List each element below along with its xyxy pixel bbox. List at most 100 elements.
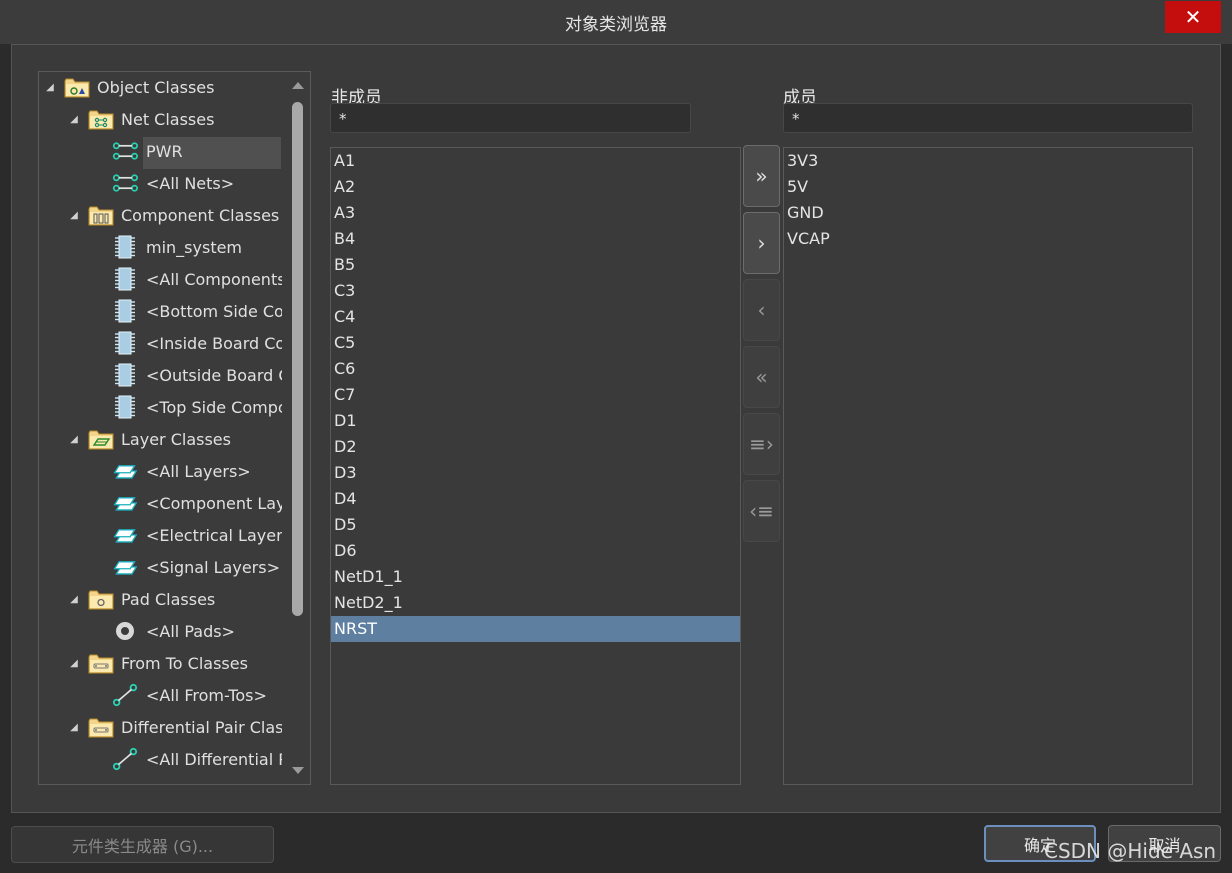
members-filter-input[interactable]: * — [783, 103, 1193, 133]
expand-collapse-icon[interactable]: ◢ — [69, 594, 79, 605]
from-to-icon — [112, 683, 138, 707]
list-item[interactable]: NetD2_1 — [331, 590, 740, 616]
list-item[interactable]: A2 — [331, 174, 740, 200]
list-item[interactable]: NRST — [331, 616, 740, 642]
list-item[interactable]: NetD1_1 — [331, 564, 740, 590]
list-item[interactable]: C5 — [331, 330, 740, 356]
tree-item[interactable]: <All Nets> — [39, 168, 282, 198]
folder-layer-classes-icon — [88, 427, 114, 451]
list-item[interactable]: C3 — [331, 278, 740, 304]
list-item[interactable]: 3V3 — [784, 148, 1192, 174]
list-item[interactable]: D2 — [331, 434, 740, 460]
remove-all-button[interactable]: « — [743, 346, 780, 408]
list-item[interactable]: D3 — [331, 460, 740, 486]
add-all-button[interactable]: » — [743, 145, 780, 207]
folder-component-classes-icon — [88, 203, 114, 227]
net-icon — [112, 139, 138, 163]
tree-scrollbar[interactable] — [289, 72, 307, 784]
tree-item[interactable]: <Inside Board Cor — [39, 328, 282, 358]
expand-collapse-icon[interactable]: ◢ — [45, 82, 55, 93]
title-bar: 对象类浏览器 ✕ — [0, 0, 1232, 44]
component-class-generator-button[interactable]: 元件类生成器 (G)... — [11, 826, 274, 863]
tree-item[interactable]: ◢ Differential Pair Class — [39, 712, 282, 742]
folder-object-classes-icon — [64, 75, 90, 99]
tree-item-label: <Component Laye — [146, 493, 282, 513]
expand-collapse-icon[interactable]: ◢ — [69, 434, 79, 445]
list-item[interactable]: D5 — [331, 512, 740, 538]
tree-item[interactable]: ◢ Pad Classes — [39, 584, 282, 614]
tree-item-label: <All Pads> — [146, 621, 235, 641]
tree-item[interactable]: <All From-Tos> — [39, 680, 282, 710]
non-members-filter-input[interactable]: * — [330, 103, 691, 133]
list-item[interactable]: VCAP — [784, 226, 1192, 252]
pad-icon — [112, 619, 138, 643]
list-item[interactable]: C7 — [331, 382, 740, 408]
list-item[interactable]: D1 — [331, 408, 740, 434]
list-item[interactable]: D4 — [331, 486, 740, 512]
component-icon — [112, 235, 138, 259]
layer-icon — [112, 555, 138, 579]
members-list[interactable]: 3V3 5V GND VCAP — [783, 147, 1193, 785]
tree-item[interactable]: <Outside Board C — [39, 360, 282, 390]
tree-item[interactable]: ◢ Net Classes — [39, 104, 282, 134]
tree-item-label: <Outside Board C — [146, 365, 282, 385]
scroll-thumb[interactable] — [292, 102, 303, 616]
expand-collapse-icon[interactable]: ◢ — [69, 722, 79, 733]
list-item[interactable]: A1 — [331, 148, 740, 174]
list-item[interactable]: 5V — [784, 174, 1192, 200]
add-selected-button[interactable]: › — [743, 212, 780, 274]
close-icon: ✕ — [1184, 5, 1202, 29]
tree-item[interactable]: <Bottom Side Cor — [39, 296, 282, 326]
tree-item-label: From To Classes — [121, 653, 248, 673]
scroll-up-icon[interactable] — [292, 82, 304, 89]
component-icon — [112, 395, 138, 419]
list-item[interactable]: GND — [784, 200, 1192, 226]
scroll-down-icon[interactable] — [292, 767, 304, 774]
list-item[interactable]: B4 — [331, 226, 740, 252]
tree-item[interactable]: <Signal Layers> — [39, 552, 282, 582]
tree-item[interactable]: <All Pads> — [39, 616, 282, 646]
tree-item[interactable]: ◢ Object Classes — [39, 72, 282, 102]
tree-item[interactable]: <All Layers> — [39, 456, 282, 486]
expand-collapse-icon[interactable]: ◢ — [69, 210, 79, 221]
remove-selected-button[interactable]: ‹ — [743, 279, 780, 341]
tree-item[interactable]: <Top Side Compc — [39, 392, 282, 422]
list-item[interactable]: C4 — [331, 304, 740, 330]
tree-item-label: Pad Classes — [121, 589, 216, 609]
net-icon — [112, 171, 138, 195]
window-title: 对象类浏览器 — [565, 15, 667, 35]
tree-item-label: <Electrical Layers> — [146, 525, 282, 545]
tree-item[interactable]: <Component Laye — [39, 488, 282, 518]
close-button[interactable]: ✕ — [1165, 1, 1221, 33]
tree-item[interactable]: <Electrical Layers> — [39, 520, 282, 550]
component-icon — [112, 299, 138, 323]
tree-item[interactable]: ◢ Component Classes — [39, 200, 282, 230]
component-icon — [112, 363, 138, 387]
watermark: CSDN @Hide Asn — [1044, 839, 1217, 863]
list-item[interactable]: C6 — [331, 356, 740, 382]
tree-item[interactable]: <All Components — [39, 264, 282, 294]
tree-item-label: Object Classes — [97, 77, 215, 97]
expand-collapse-icon[interactable]: ◢ — [69, 658, 79, 669]
component-icon — [112, 331, 138, 355]
layer-icon — [112, 459, 138, 483]
tree-item[interactable]: ◢ Layer Classes — [39, 424, 282, 454]
list-item[interactable]: A3 — [331, 200, 740, 226]
tree-item-label: <Bottom Side Cor — [146, 301, 282, 321]
class-tree: ◢ Object Classes ◢ Net Classes PWR <All Nets>… — [38, 71, 311, 785]
tree-item[interactable]: <All Differential Pa — [39, 744, 282, 774]
layer-icon — [112, 523, 138, 547]
expand-collapse-icon[interactable]: ◢ — [69, 114, 79, 125]
tree-item[interactable]: ◢ From To Classes — [39, 648, 282, 678]
tree-item[interactable]: min_system — [39, 232, 282, 262]
list-item[interactable]: B5 — [331, 252, 740, 278]
tree-item-label: Layer Classes — [121, 429, 231, 449]
tree-item[interactable]: PWR — [39, 136, 282, 166]
list-item[interactable]: D6 — [331, 538, 740, 564]
tree-item-label: <All Differential Pa — [146, 749, 282, 769]
folder-diff-pair-classes-icon — [88, 715, 114, 739]
add-filtered-button[interactable]: ≡› — [743, 413, 780, 475]
tree-item-label: min_system — [146, 237, 243, 257]
remove-filtered-button[interactable]: ‹≡ — [743, 480, 780, 542]
non-members-list[interactable]: A1 A2 A3 B4 B5 C3 C4 C5 C6 C7 D1 D2 D3 D4 D5 D6 NetD1_1 N… — [330, 147, 741, 785]
